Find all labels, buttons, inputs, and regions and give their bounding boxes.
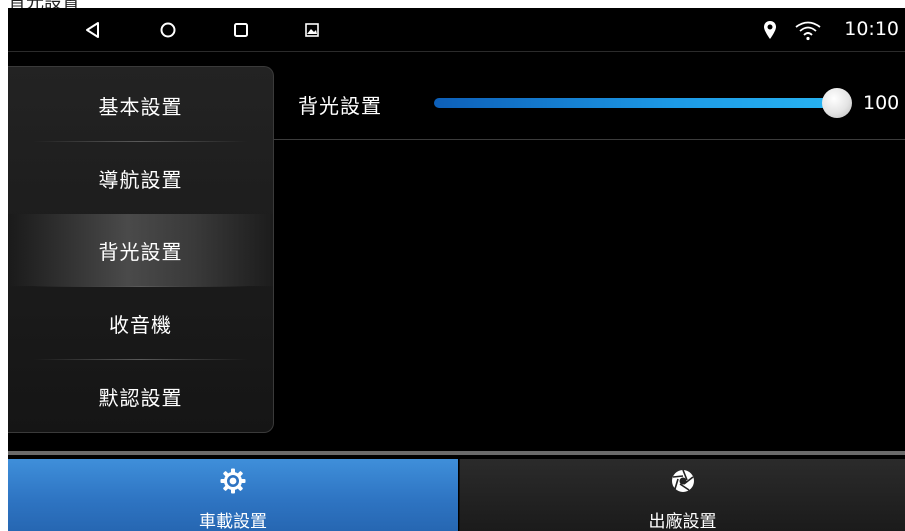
wifi-icon — [795, 21, 821, 41]
bottom-tab-bar: 車載設置 出廠設置 — [8, 451, 905, 531]
tab-label: 車載設置 — [199, 512, 267, 531]
aperture-icon — [671, 469, 694, 492]
recents-icon[interactable] — [230, 19, 252, 41]
backlight-value: 100 — [863, 92, 900, 114]
menu-item-navigation-settings[interactable]: 導航設置 — [8, 142, 273, 214]
gallery-icon — [305, 23, 319, 37]
menu-item-label: 默認設置 — [98, 385, 183, 410]
menu-item-label: 收音機 — [109, 312, 172, 337]
location-icon — [764, 21, 776, 39]
tab-label: 出廠設置 — [648, 512, 717, 531]
settings-menu: 基本設置 導航設置 背光設置 收音機 默認設置 — [8, 66, 274, 433]
home-icon[interactable] — [157, 19, 179, 41]
tab-factory-settings[interactable]: 出廠設置 — [459, 459, 905, 531]
status-time: 10:10 — [844, 18, 899, 40]
menu-item-label: 背光設置 — [98, 239, 183, 264]
window-title: 背光設置 — [8, 0, 80, 13]
menu-item-backlight-settings[interactable]: 背光設置 — [8, 214, 273, 286]
gear-icon — [220, 468, 246, 494]
status-bar: 10:10 — [8, 8, 905, 52]
menu-item-label: 導航設置 — [98, 167, 183, 192]
menu-item-basic-settings[interactable]: 基本設置 — [8, 69, 273, 141]
backlight-slider-handle[interactable] — [822, 88, 852, 118]
tab-vehicle-settings[interactable]: 車載設置 — [8, 459, 458, 531]
backlight-slider-track[interactable] — [434, 98, 838, 108]
backlight-label: 背光設置 — [298, 94, 382, 118]
app-screen: 10:10 基本設置 導航設置 背光設置 收音機 默認設置 背光設置 100 車… — [8, 8, 905, 531]
menu-item-radio[interactable]: 收音機 — [8, 287, 273, 359]
back-icon[interactable] — [82, 19, 104, 41]
menu-item-label: 基本設置 — [98, 94, 183, 119]
menu-item-default-settings[interactable]: 默認設置 — [8, 360, 273, 432]
content-divider — [274, 139, 905, 140]
